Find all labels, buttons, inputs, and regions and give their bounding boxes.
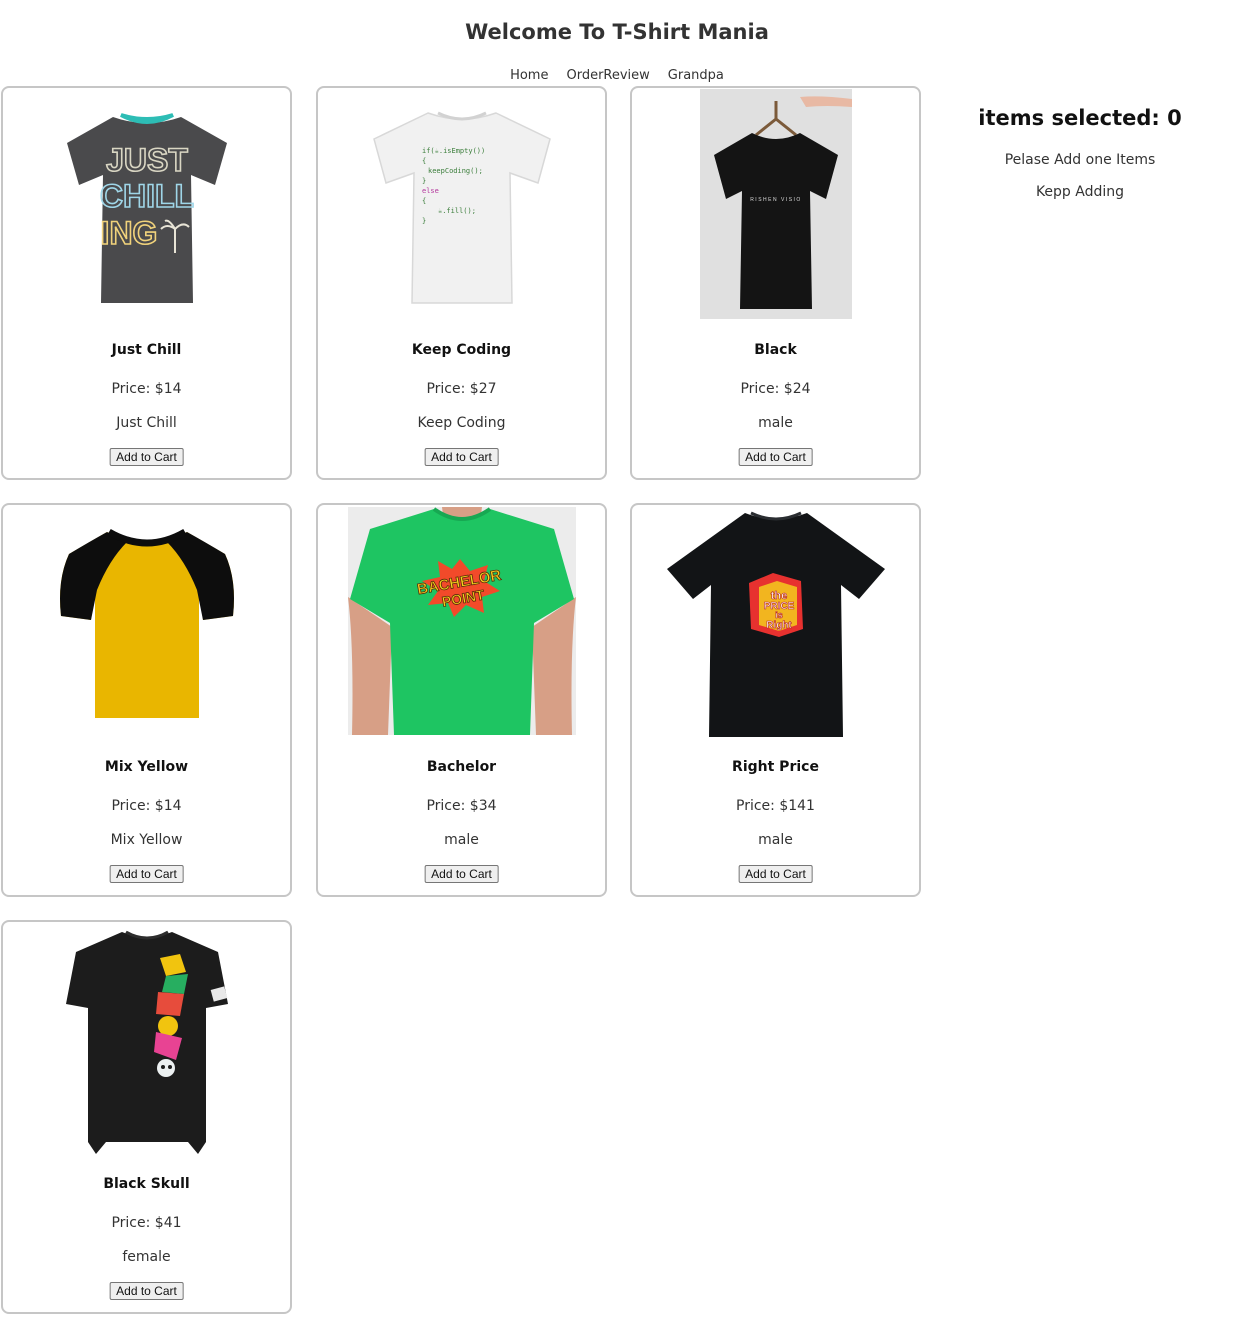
add-to-cart-button[interactable]: Add to Cart [738, 865, 813, 883]
tshirt-image: the PRICE is Right [666, 511, 885, 737]
svg-text:☕.fill();: ☕.fill(); [438, 207, 476, 215]
tshirt-image [65, 930, 228, 1154]
product-description: Just Chill [116, 415, 177, 431]
product-price: Price: $14 [111, 381, 182, 397]
main-nav: Home OrderReview Grandpa [0, 68, 1234, 83]
product-name: Just Chill [111, 342, 182, 358]
nav-grandpa-link[interactable]: Grandpa [668, 68, 724, 83]
product-name: Black [754, 342, 797, 358]
svg-text:}: } [422, 177, 426, 185]
product-name: Black Skull [103, 1176, 190, 1192]
product-description: male [758, 832, 793, 848]
product-price: Price: $27 [426, 381, 497, 397]
add-to-cart-button[interactable]: Add to Cart [109, 448, 184, 466]
svg-text:if(☕.isEmpty()): if(☕.isEmpty()) [422, 147, 485, 155]
svg-text:CHILL: CHILL [99, 178, 193, 214]
product-description: Keep Coding [417, 415, 506, 431]
product-description: Mix Yellow [110, 832, 183, 848]
product-name: Bachelor [426, 759, 497, 775]
svg-text:{: { [422, 197, 426, 205]
svg-text:ING: ING [100, 215, 157, 251]
product-image [3, 511, 290, 739]
product-price: Price: $34 [426, 798, 497, 814]
product-description: female [122, 1249, 171, 1265]
product-image: JUST CHILL ING [3, 94, 290, 322]
product-description: male [758, 415, 793, 431]
product-card: JUST CHILL ING Just Chill Price: $14 Jus… [1, 86, 292, 480]
svg-text:}: } [422, 217, 426, 225]
product-price: Price: $14 [111, 798, 182, 814]
add-to-cart-button[interactable]: Add to Cart [424, 448, 499, 466]
product-image: RISHEN VISIO [632, 88, 919, 320]
product-card: if(☕.isEmpty()) { keepCoding(); } else {… [316, 86, 607, 480]
svg-text:{: { [422, 157, 426, 165]
cart-submessage: Kepp Adding [1035, 184, 1125, 200]
product-price: Price: $24 [740, 381, 811, 397]
tshirt-image: BACHELOR POINT [347, 507, 576, 735]
product-name: Right Price [732, 759, 819, 775]
product-image: BACHELOR POINT [318, 505, 605, 737]
tshirt-image [59, 528, 234, 718]
product-card: Mix Yellow Price: $14 Mix Yellow Add to … [1, 503, 292, 897]
product-image: the PRICE is Right [632, 511, 919, 739]
product-card: RISHEN VISIO Black Price: $24 male Add t… [630, 86, 921, 480]
product-price: Price: $41 [111, 1215, 182, 1231]
svg-text:keepCoding();: keepCoding(); [428, 167, 483, 175]
product-card: Black Skull Price: $41 female Add to Car… [1, 920, 292, 1314]
svg-text:else: else [422, 187, 439, 195]
nav-home-link[interactable]: Home [510, 68, 548, 83]
cart-summary: items selected: 0 Pelase Add one Items K… [940, 106, 1220, 200]
add-to-cart-button[interactable]: Add to Cart [424, 865, 499, 883]
product-image: if(☕.isEmpty()) { keepCoding(); } else {… [318, 94, 605, 322]
add-to-cart-button[interactable]: Add to Cart [109, 865, 184, 883]
product-name: Keep Coding [411, 342, 512, 358]
svg-text:RISHEN VISIO: RISHEN VISIO [750, 197, 802, 203]
product-price: Price: $141 [736, 798, 815, 814]
tshirt-image: RISHEN VISIO [713, 96, 852, 309]
product-name: Mix Yellow [104, 759, 189, 775]
add-to-cart-button[interactable]: Add to Cart [738, 448, 813, 466]
svg-text:JUST: JUST [106, 142, 188, 178]
tshirt-image: JUST CHILL ING [66, 113, 227, 303]
cart-message: Pelase Add one Items [1004, 152, 1156, 168]
add-to-cart-button[interactable]: Add to Cart [109, 1282, 184, 1300]
product-description: male [444, 832, 479, 848]
product-card: BACHELOR POINT Bachelor Price: $34 male … [316, 503, 607, 897]
nav-order-review-link[interactable]: OrderReview [566, 68, 649, 83]
cart-heading: items selected: 0 [978, 106, 1182, 130]
product-image [3, 928, 290, 1156]
svg-text:Right: Right [766, 620, 792, 631]
tshirt-image: if(☕.isEmpty()) { keepCoding(); } else {… [372, 111, 551, 304]
page-title: Welcome To T-Shirt Mania [465, 20, 769, 44]
product-card: the PRICE is Right Right Price Price: $1… [630, 503, 921, 897]
svg-text:is: is [775, 610, 783, 620]
